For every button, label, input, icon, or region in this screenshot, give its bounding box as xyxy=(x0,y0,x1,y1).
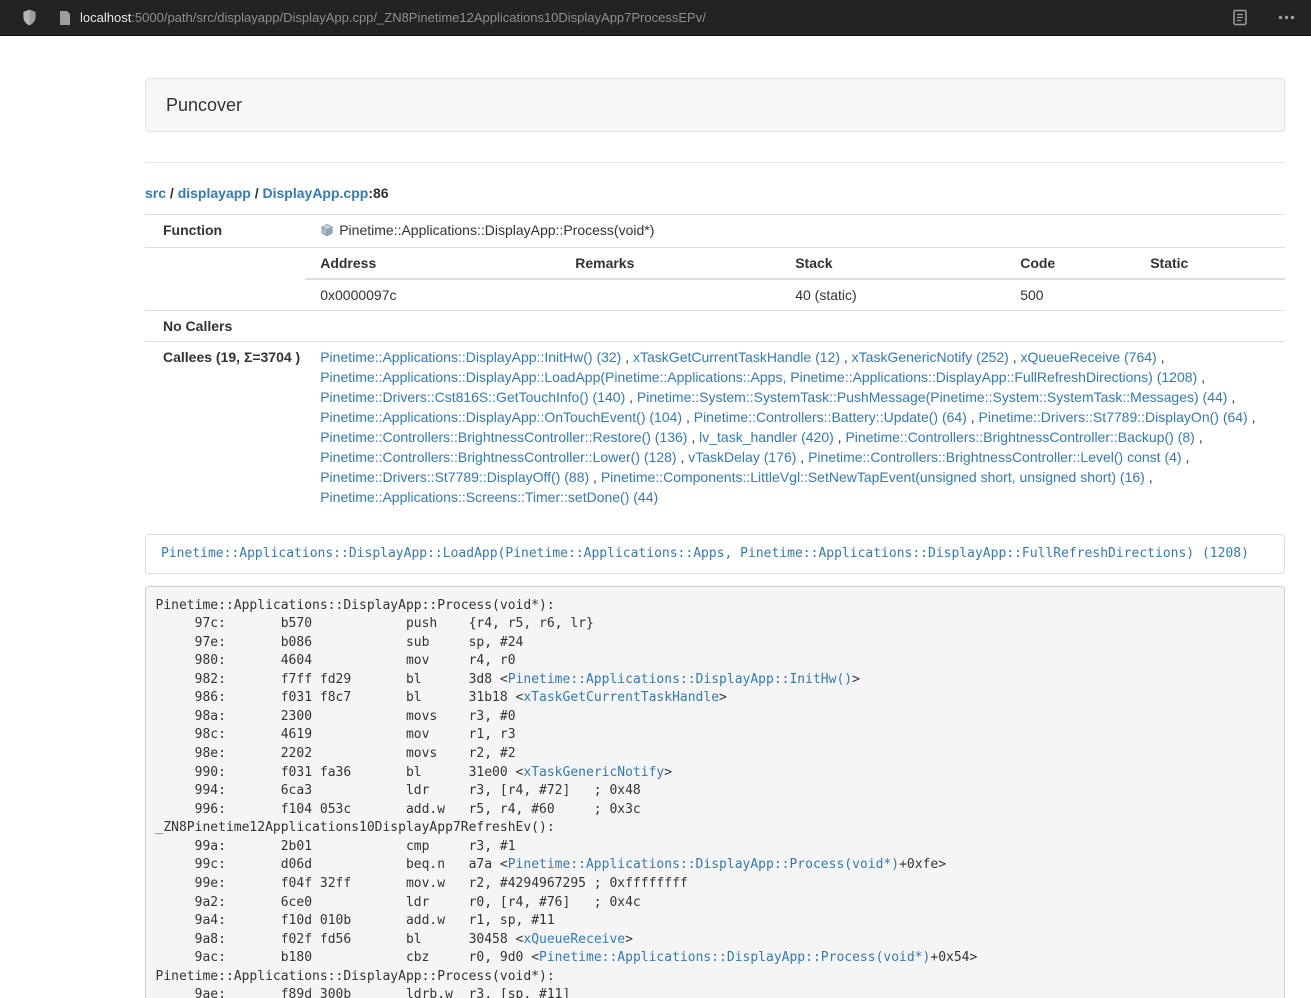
browser-chrome: localhost:5000/path/src/displayapp/Displ… xyxy=(0,0,1311,36)
metrics-row-header xyxy=(145,248,305,311)
metrics-cell: Address Remarks Stack Code Static 0x0000… xyxy=(305,248,1285,311)
column-stack: Stack xyxy=(780,248,1005,279)
highlight-symbol-link[interactable]: Pinetime::Applications::DisplayApp::Load… xyxy=(161,546,1249,561)
main-content: Puncover src / displayapp / DisplayApp.c… xyxy=(145,78,1285,998)
callee-link[interactable]: Pinetime::Controllers::BrightnessControl… xyxy=(808,449,1181,465)
callee-link[interactable]: Pinetime::Controllers::Battery::Update()… xyxy=(694,409,967,425)
remarks-value xyxy=(560,279,780,310)
url-path: :5000/path/src/displayapp/DisplayApp.cpp… xyxy=(131,10,706,25)
breadcrumb: src / displayapp / DisplayApp.cpp:86 xyxy=(145,183,1285,203)
static-value xyxy=(1135,279,1285,310)
menu-dots-icon[interactable] xyxy=(1278,15,1295,20)
cube-symbol-icon xyxy=(320,222,334,242)
code-size-value: 500 xyxy=(1005,279,1135,310)
brand-panel: Puncover xyxy=(145,78,1285,132)
function-label: Function xyxy=(145,215,305,248)
callee-separator: , xyxy=(796,449,808,465)
breadcrumb-src[interactable]: src xyxy=(145,185,166,201)
callee-separator: , xyxy=(682,409,694,425)
column-address: Address xyxy=(305,248,560,279)
no-callers-row: No Callers xyxy=(145,311,1285,342)
callee-separator: , xyxy=(1248,409,1256,425)
callee-separator: , xyxy=(1157,349,1165,365)
callee-link[interactable]: Pinetime::Controllers::BrightnessControl… xyxy=(320,429,687,445)
callee-separator: , xyxy=(625,389,637,405)
no-callers-cell xyxy=(305,311,1285,342)
breadcrumb-separator: / xyxy=(251,185,263,201)
callee-separator: , xyxy=(1227,389,1235,405)
page-icon xyxy=(59,11,71,25)
callee-separator: , xyxy=(687,429,699,445)
function-signature: Pinetime::Applications::DisplayApp::Proc… xyxy=(339,222,654,238)
code-symbol-link[interactable]: Pinetime::Applications::DisplayApp::Proc… xyxy=(508,857,899,872)
no-callers-label: No Callers xyxy=(145,311,305,342)
callee-separator: , xyxy=(1009,349,1021,365)
callees-label: Callees (19, Σ=3704 ) xyxy=(145,342,305,513)
breadcrumb-line-number: :86 xyxy=(368,185,388,201)
code-symbol-link[interactable]: xTaskGetCurrentTaskHandle xyxy=(523,690,719,705)
highlight-symbol-box: Pinetime::Applications::DisplayApp::Load… xyxy=(145,534,1285,574)
callee-link[interactable]: Pinetime::Applications::Screens::Timer::… xyxy=(320,489,658,505)
callee-separator: , xyxy=(967,409,979,425)
stack-value: 40 (static) xyxy=(780,279,1005,310)
callee-separator: , xyxy=(840,349,852,365)
code-symbol-link[interactable]: xTaskGenericNotify xyxy=(523,765,664,780)
callee-separator: , xyxy=(621,349,633,365)
callee-link[interactable]: Pinetime::Components::LittleVgl::SetNewT… xyxy=(601,469,1145,485)
callee-separator: , xyxy=(1182,449,1190,465)
disassembly-block: Pinetime::Applications::DisplayApp::Proc… xyxy=(145,586,1285,998)
callee-link[interactable]: xTaskGenericNotify (252) xyxy=(852,349,1009,365)
callee-separator: , xyxy=(834,429,846,445)
callee-link[interactable]: Pinetime::Applications::DisplayApp::Init… xyxy=(320,349,621,365)
callee-link[interactable]: Pinetime::Applications::DisplayApp::OnTo… xyxy=(320,409,682,425)
metrics-values-row: 0x0000097c 40 (static) 500 xyxy=(305,279,1285,310)
code-symbol-link[interactable]: Pinetime::Applications::DisplayApp::Init… xyxy=(508,672,852,687)
callee-separator: , xyxy=(1197,369,1205,385)
metrics-table: Address Remarks Stack Code Static 0x0000… xyxy=(305,248,1285,310)
callee-link[interactable]: Pinetime::Drivers::Cst816S::GetTouchInfo… xyxy=(320,389,625,405)
callee-separator: , xyxy=(589,469,601,485)
callee-link[interactable]: Pinetime::Applications::DisplayApp::Load… xyxy=(320,369,1197,385)
callee-link[interactable]: Pinetime::System::SystemTask::PushMessag… xyxy=(637,389,1228,405)
callee-link[interactable]: lv_task_handler (420) xyxy=(699,429,834,445)
breadcrumb-displayapp[interactable]: displayapp xyxy=(178,185,251,201)
callee-link[interactable]: Pinetime::Drivers::St7789::DisplayOff() … xyxy=(320,469,589,485)
symbol-table: Function Pinetime::Applications::Display… xyxy=(145,214,1285,512)
url-bar[interactable]: localhost:5000/path/src/displayapp/Displ… xyxy=(80,10,1232,25)
callees-list: Pinetime::Applications::DisplayApp::Init… xyxy=(305,342,1285,513)
url-host: localhost xyxy=(80,10,131,25)
breadcrumb-file[interactable]: DisplayApp.cpp xyxy=(263,185,369,201)
function-row: Function Pinetime::Applications::Display… xyxy=(145,215,1285,248)
reader-mode-icon[interactable] xyxy=(1232,9,1248,26)
function-cell: Pinetime::Applications::DisplayApp::Proc… xyxy=(305,215,1285,248)
divider xyxy=(145,162,1285,163)
brand-title: Puncover xyxy=(166,95,242,115)
callees-row: Callees (19, Σ=3704 ) Pinetime::Applicat… xyxy=(145,342,1285,513)
column-static: Static xyxy=(1135,248,1285,279)
address-value: 0x0000097c xyxy=(305,279,560,310)
callee-link[interactable]: xQueueReceive (764) xyxy=(1021,349,1157,365)
code-symbol-link[interactable]: xQueueReceive xyxy=(523,932,625,947)
callee-link[interactable]: xTaskGetCurrentTaskHandle (12) xyxy=(633,349,840,365)
callee-separator: , xyxy=(1195,429,1203,445)
column-remarks: Remarks xyxy=(560,248,780,279)
callee-separator: , xyxy=(677,449,689,465)
metrics-header-row: Address Remarks Stack Code Static xyxy=(305,248,1285,279)
metrics-row: Address Remarks Stack Code Static 0x0000… xyxy=(145,248,1285,311)
column-code: Code xyxy=(1005,248,1135,279)
callee-link[interactable]: Pinetime::Controllers::BrightnessControl… xyxy=(320,449,676,465)
callee-link[interactable]: Pinetime::Drivers::St7789::DisplayOn() (… xyxy=(979,409,1248,425)
callee-link[interactable]: Pinetime::Controllers::BrightnessControl… xyxy=(845,429,1194,445)
callee-link[interactable]: vTaskDelay (176) xyxy=(688,449,796,465)
breadcrumb-separator: / xyxy=(166,185,178,201)
code-symbol-link[interactable]: Pinetime::Applications::DisplayApp::Proc… xyxy=(539,950,930,965)
shield-icon[interactable] xyxy=(22,9,37,26)
callee-separator: , xyxy=(1145,469,1153,485)
